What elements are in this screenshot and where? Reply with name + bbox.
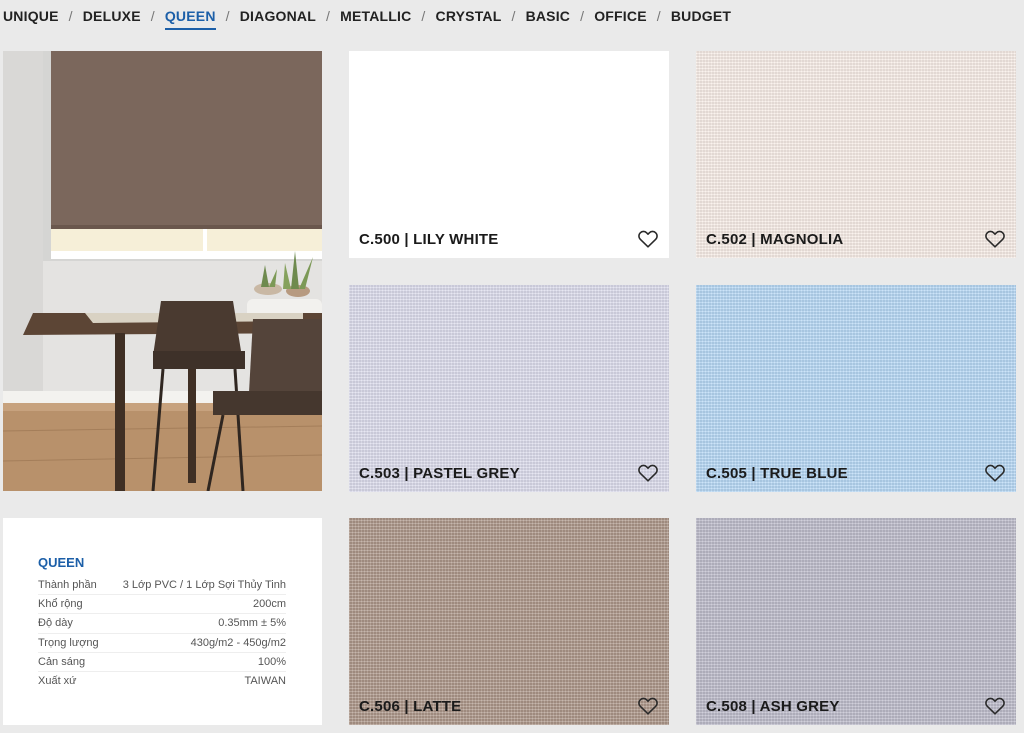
nav-separator: /: [225, 8, 230, 24]
spec-key: Xuất xứ: [38, 675, 77, 688]
heart-icon[interactable]: [637, 228, 659, 250]
swatch-label: C.505 | TRUE BLUE: [706, 465, 848, 482]
heart-icon[interactable]: [637, 462, 659, 484]
nav-tab-budget[interactable]: BUDGET: [671, 8, 731, 30]
nav-tab-diagonal[interactable]: DIAGONAL: [240, 8, 316, 30]
nav-tab-unique[interactable]: UNIQUE: [3, 8, 59, 30]
swatch-label: C.502 | MAGNOLIA: [706, 231, 844, 248]
swatch-tile[interactable]: C.500 | LILY WHITE: [349, 51, 669, 258]
room-photo: [3, 51, 322, 491]
nav-separator: /: [656, 8, 661, 24]
swatch-label: C.506 | LATTE: [359, 698, 462, 715]
spec-table: Thành phần 3 Lớp PVC / 1 Lớp Sợi Thủy Tin…: [38, 576, 286, 690]
nav-separator: /: [511, 8, 516, 24]
swatch-label: C.508 | ASH GREY: [706, 698, 840, 715]
nav-tab-crystal[interactable]: CRYSTAL: [436, 8, 502, 30]
spec-key: Thành phần: [38, 579, 97, 592]
spec-key: Trọng lượng: [38, 636, 99, 649]
heart-icon[interactable]: [984, 462, 1006, 484]
nav-tab-office[interactable]: OFFICE: [594, 8, 647, 30]
spec-key: Khổ rộng: [38, 598, 83, 611]
heart-icon[interactable]: [984, 228, 1006, 250]
fabric-texture: [349, 285, 669, 492]
fabric-texture: [349, 518, 669, 725]
category-nav-row: UNIQUE / DELUXE / QUEEN / DIAGONAL / METALLIC / CR…: [0, 0, 731, 30]
category-nav: UNIQUE / DELUXE / QUEEN / DIAGONAL / METALLIC / CR…: [0, 0, 1024, 40]
spec-value: 100%: [257, 655, 286, 668]
nav-tab-metallic[interactable]: METALLIC: [340, 8, 411, 30]
spec-row: Xuất xứ TAIWAN: [38, 672, 286, 690]
nav-tab-queen[interactable]: QUEEN: [164, 8, 216, 30]
spec-value: 200cm: [252, 598, 286, 611]
nav-separator: /: [580, 8, 585, 24]
swatch-label: C.500 | LILY WHITE: [359, 231, 499, 248]
spec-value: 0.35mm ± 5%: [218, 617, 286, 630]
spec-row: Cản sáng 100%: [38, 653, 286, 672]
nav-separator: /: [150, 8, 155, 24]
spec-value: 430g/m2 - 450g/m2: [190, 636, 286, 649]
fabric-texture: [696, 51, 1016, 258]
heart-icon[interactable]: [984, 695, 1006, 717]
spec-value: TAIWAN: [244, 675, 286, 688]
nav-separator: /: [326, 8, 331, 24]
spec-row: Độ dày 0.35mm ± 5%: [38, 614, 286, 634]
swatch-tile[interactable]: C.505 | TRUE BLUE: [696, 285, 1016, 492]
nav-separator: /: [421, 8, 426, 24]
nav-tab-basic[interactable]: BASIC: [526, 8, 571, 30]
nav-tab-deluxe[interactable]: DELUXE: [83, 8, 141, 30]
spec-title: QUEEN: [38, 555, 85, 570]
fabric-texture: [696, 518, 1016, 725]
spec-key: Độ dày: [38, 617, 73, 630]
spec-key: Cản sáng: [38, 655, 86, 668]
fabric-texture: [696, 285, 1016, 492]
swatch-tile[interactable]: C.502 | MAGNOLIA: [696, 51, 1016, 258]
spec-row: Thành phần 3 Lớp PVC / 1 Lớp Sợi Thủy Tin…: [38, 576, 286, 596]
swatch-tile[interactable]: C.506 | LATTE: [349, 518, 669, 725]
spec-value: 3 Lớp PVC / 1 Lớp Sợi Thủy Tinh: [122, 579, 286, 592]
swatch-tile[interactable]: C.508 | ASH GREY: [696, 518, 1016, 725]
nav-separator: /: [68, 8, 73, 24]
product-spec-card: QUEEN Thành phần 3 Lớp PVC / 1 Lớp Sợi Th…: [3, 518, 322, 725]
spec-row: Khổ rộng 200cm: [38, 595, 286, 615]
spec-row: Trọng lượng 430g/m2 - 450g/m2: [38, 634, 286, 653]
heart-icon[interactable]: [637, 695, 659, 717]
swatch-label: C.503 | PASTEL GREY: [359, 465, 520, 482]
swatch-tile[interactable]: C.503 | PASTEL GREY: [349, 285, 669, 492]
